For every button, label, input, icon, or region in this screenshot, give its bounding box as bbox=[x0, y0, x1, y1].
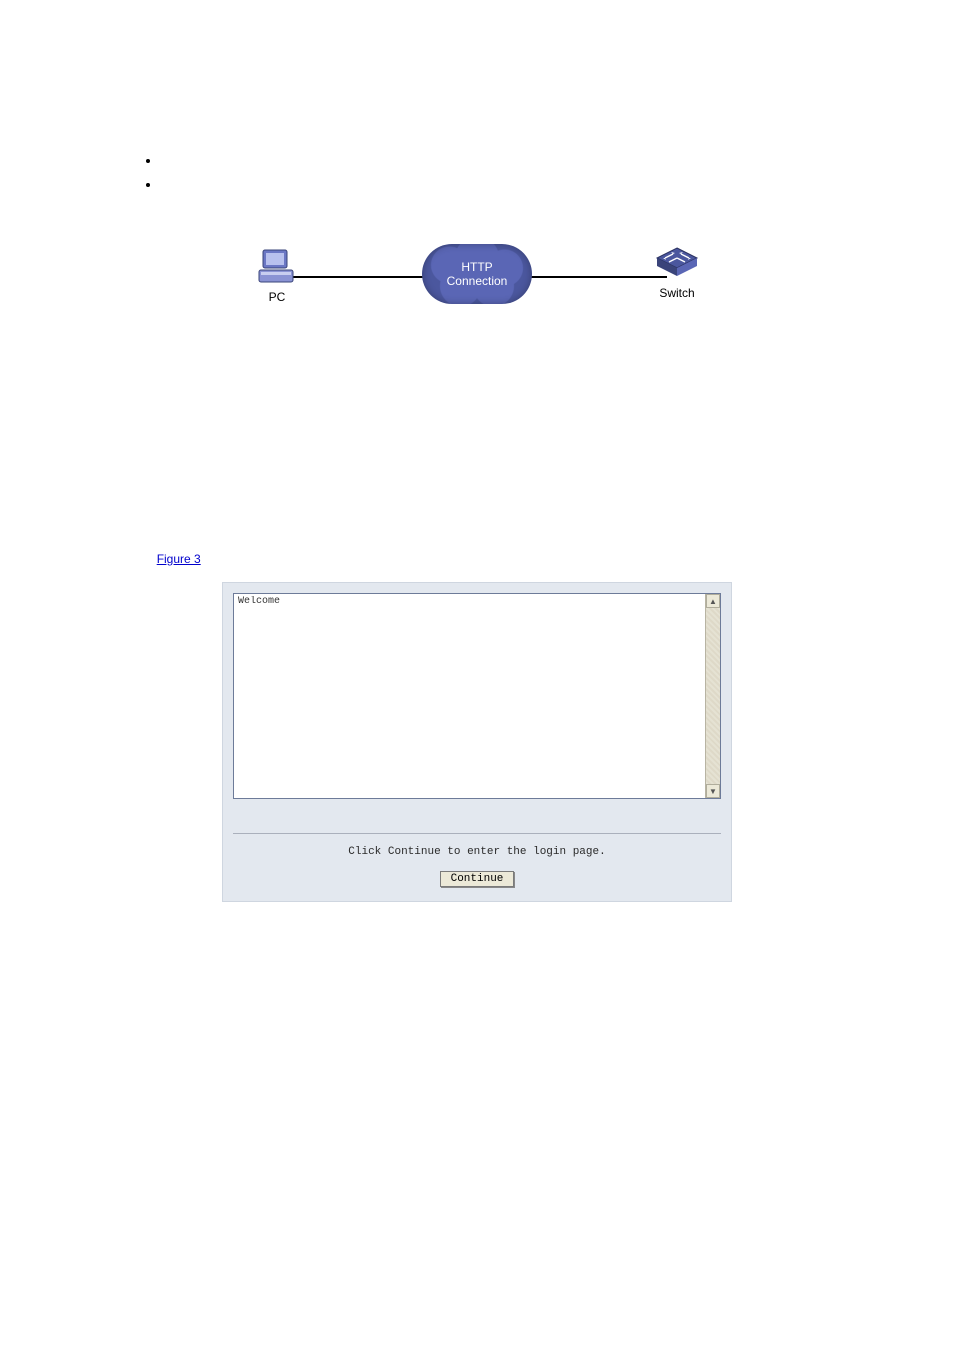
browser-screenshot: Welcome ▲ ▼ Click Continue to enter the … bbox=[222, 582, 732, 902]
body-text bbox=[120, 466, 834, 484]
cloud-text-line1: HTTP bbox=[461, 260, 492, 274]
bullet-item bbox=[160, 174, 834, 194]
textarea-text: Welcome bbox=[238, 596, 704, 796]
chevron-up-icon: ▲ bbox=[709, 597, 717, 606]
document-page: PC HTTP Connection Switch bbox=[0, 0, 954, 1350]
prompt-text: Click Continue to enter the login page. bbox=[233, 846, 721, 858]
welcome-textarea[interactable]: Welcome ▲ ▼ bbox=[233, 593, 721, 799]
pc-icon bbox=[257, 246, 297, 286]
body-text bbox=[120, 494, 834, 512]
scroll-down-button[interactable]: ▼ bbox=[706, 784, 720, 798]
pc-node: PC bbox=[247, 246, 307, 304]
cloud-text-line2: Connection bbox=[447, 274, 508, 288]
pc-label: PC bbox=[247, 290, 307, 304]
figure-caption bbox=[120, 354, 834, 368]
continue-button[interactable]: Continue bbox=[440, 871, 515, 887]
http-cloud: HTTP Connection bbox=[422, 244, 532, 304]
switch-node: Switch bbox=[647, 246, 707, 300]
figure-link[interactable]: Figure 3 bbox=[157, 552, 201, 566]
switch-icon bbox=[655, 246, 699, 282]
bullet-list bbox=[140, 150, 834, 194]
bullet-item bbox=[160, 150, 834, 170]
body-text bbox=[120, 410, 834, 428]
body-text bbox=[120, 382, 834, 400]
vertical-scrollbar[interactable]: ▲ ▼ bbox=[705, 594, 720, 798]
switch-label: Switch bbox=[647, 286, 707, 300]
chevron-down-icon: ▼ bbox=[709, 787, 717, 796]
network-diagram: PC HTTP Connection Switch bbox=[247, 234, 707, 334]
body-text: Figure 3 bbox=[120, 550, 834, 568]
body-text bbox=[120, 522, 834, 540]
scroll-track[interactable] bbox=[706, 608, 720, 784]
prompt-area: Click Continue to enter the login page. … bbox=[233, 821, 721, 887]
divider bbox=[233, 833, 721, 834]
scroll-up-button[interactable]: ▲ bbox=[706, 594, 720, 608]
body-text bbox=[120, 438, 834, 456]
